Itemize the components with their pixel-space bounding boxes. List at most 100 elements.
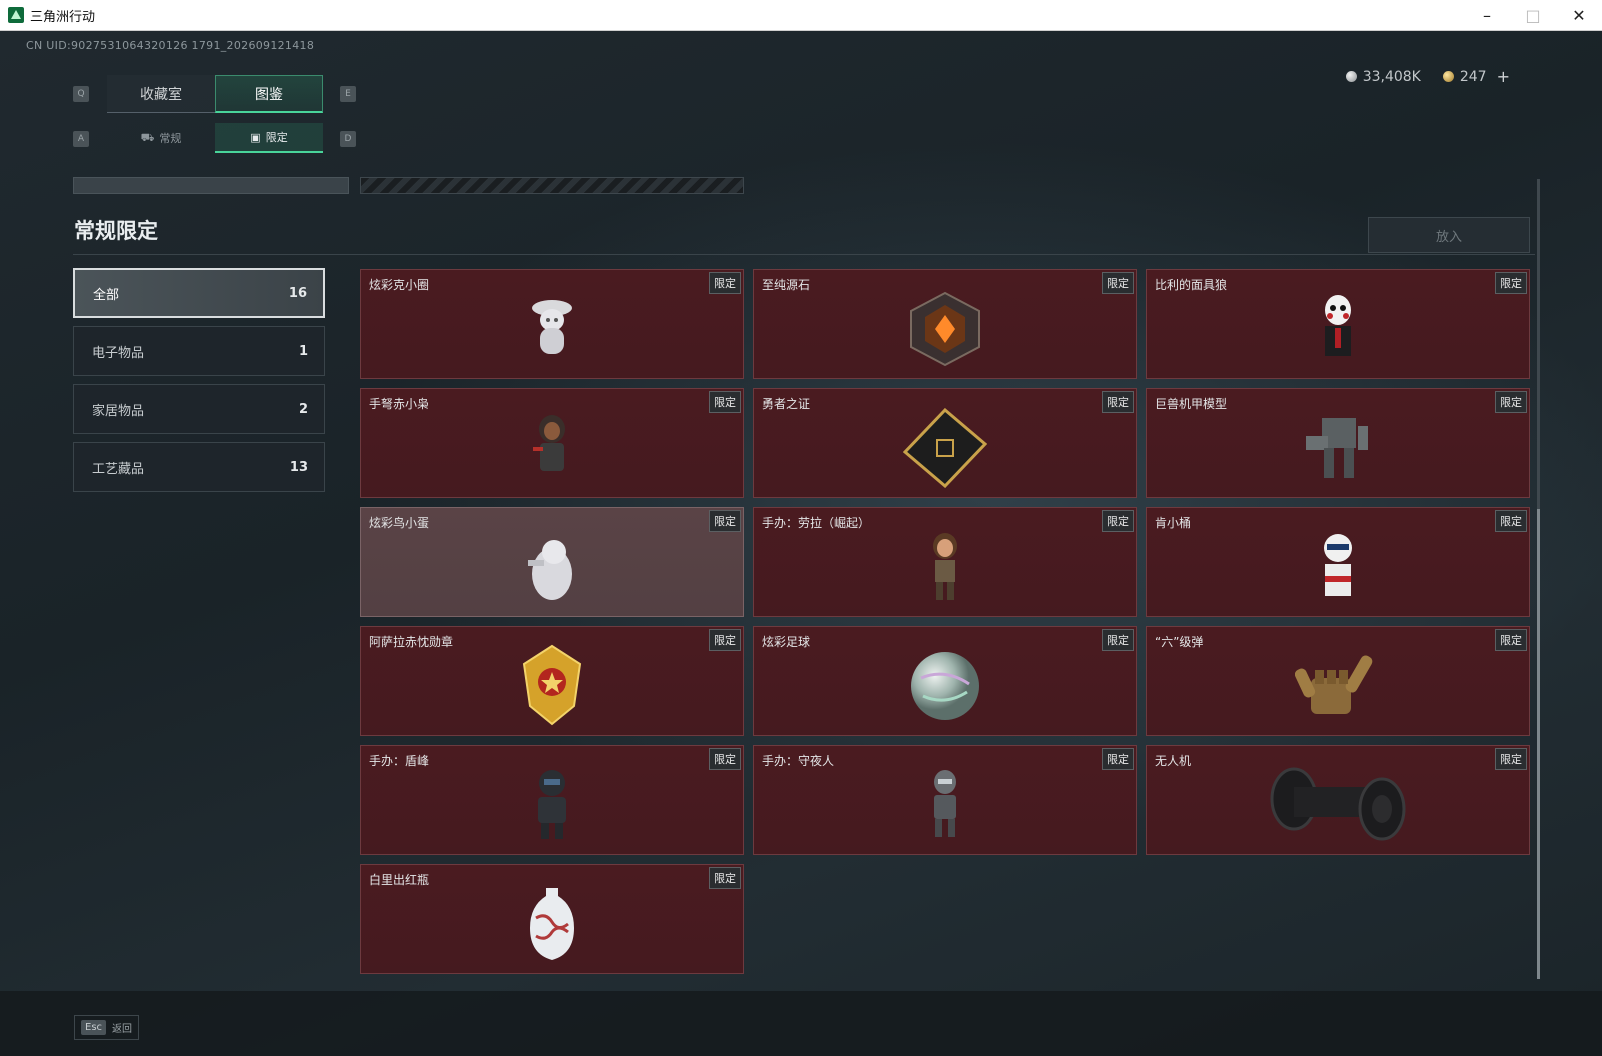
item-card[interactable]: 阿萨拉赤忱勋章 限定 xyxy=(360,626,744,736)
item-card[interactable]: 炫彩克小圈 限定 xyxy=(360,269,744,379)
uid-label: CN UID:9027531064320126 1791_20260912141… xyxy=(26,39,315,52)
category-label: 全部 xyxy=(93,287,120,303)
app-logo-icon xyxy=(8,7,24,23)
category-electronics[interactable]: 电子物品 1 xyxy=(73,326,325,376)
item-name: 阿萨拉赤忱勋章 xyxy=(369,635,454,649)
limited-badge: 限定 xyxy=(1495,629,1527,651)
limited-badge: 限定 xyxy=(709,867,741,889)
category-crafts[interactable]: 工艺藏品 13 xyxy=(73,442,325,492)
item-name: 勇者之证 xyxy=(762,397,811,411)
category-count: 2 xyxy=(298,401,308,417)
puppet-icon xyxy=(1325,295,1351,357)
hatched-bar xyxy=(360,177,744,194)
egg-icon xyxy=(528,540,572,601)
limited-badge: 限定 xyxy=(1495,391,1527,413)
figure-icon xyxy=(933,533,957,601)
game-viewport: CN UID:9027531064320126 1791_20260912141… xyxy=(0,31,1602,1056)
item-card[interactable]: 手弩赤小枭 限定 xyxy=(360,388,744,498)
silver-currency: 33,408K xyxy=(1345,68,1421,85)
robot-figure-icon xyxy=(934,770,956,838)
progress-bar xyxy=(73,177,349,194)
silver-amount: 33,408K xyxy=(1362,68,1421,85)
item-card[interactable]: 白里出红瓶 限定 xyxy=(360,864,744,974)
back-label: 返回 xyxy=(112,1024,133,1035)
category-list: 全部 16 电子物品 1 家居物品 2 工艺藏品 13 xyxy=(73,268,325,500)
category-label: 电子物品 xyxy=(92,345,145,361)
item-name: 至纯源石 xyxy=(762,278,811,292)
bottle-icon: ⛟ xyxy=(140,130,155,144)
put-in-button[interactable]: 放入 xyxy=(1368,217,1530,253)
sub-tabs: ⛟ 常规 ▣ 限定 xyxy=(107,123,323,153)
back-button[interactable]: Esc 返回 xyxy=(74,1015,140,1040)
limited-badge: 限定 xyxy=(709,391,741,413)
item-name: 肯小桶 xyxy=(1155,516,1192,530)
crystal-icon xyxy=(910,292,980,367)
gold-amount: 247 xyxy=(1459,68,1487,85)
silver-coin-icon xyxy=(1345,71,1357,82)
tab-catalog[interactable]: 图鉴 xyxy=(215,75,323,113)
item-card[interactable]: “六”级弹 限定 xyxy=(1146,626,1530,736)
item-card[interactable]: 巨兽机甲模型 限定 xyxy=(1146,388,1530,498)
category-count: 13 xyxy=(289,459,308,475)
item-card[interactable]: 勇者之证 限定 xyxy=(753,388,1137,498)
item-card[interactable]: 无人机 限定 xyxy=(1146,745,1530,855)
grid-scrollbar[interactable] xyxy=(1537,179,1540,979)
limited-badge: 限定 xyxy=(1102,272,1134,294)
category-label: 工艺藏品 xyxy=(92,461,145,477)
item-name: 手弩赤小枭 xyxy=(369,397,430,411)
limited-badge: 限定 xyxy=(709,272,741,294)
card-icon xyxy=(903,408,987,489)
minimize-button[interactable]: – xyxy=(1464,0,1510,31)
window-controls: – □ ✕ xyxy=(1464,0,1602,31)
maximize-button[interactable]: □ xyxy=(1510,0,1556,31)
limited-badge: 限定 xyxy=(1495,510,1527,532)
gold-coin-icon xyxy=(1442,71,1454,82)
limited-badge: 限定 xyxy=(709,748,741,770)
item-name: 炫彩鸟小蛋 xyxy=(369,516,430,530)
bottom-bar xyxy=(0,991,1602,1056)
item-card[interactable]: 炫彩鸟小蛋 限定 xyxy=(360,507,744,617)
hand-icon xyxy=(1295,655,1373,715)
soldier-figure-icon xyxy=(538,770,566,840)
roller-icon xyxy=(1270,767,1406,841)
limited-badge: 限定 xyxy=(1102,748,1134,770)
scroll-thumb[interactable] xyxy=(1537,509,1540,979)
subtab-regular-label: 常规 xyxy=(159,132,182,145)
item-card[interactable]: 手办：劳拉（崛起） 限定 xyxy=(753,507,1137,617)
tab-collection-room[interactable]: 收藏室 xyxy=(107,75,215,113)
item-card[interactable]: 肯小桶 限定 xyxy=(1146,507,1530,617)
section-title: 常规限定 xyxy=(74,219,158,243)
item-name: “六”级弹 xyxy=(1155,635,1204,649)
add-currency-button[interactable]: + xyxy=(1497,67,1510,86)
vase-icon xyxy=(530,888,574,961)
title-divider xyxy=(73,254,1535,255)
limited-badge: 限定 xyxy=(1495,748,1527,770)
subtab-regular[interactable]: ⛟ 常规 xyxy=(107,123,215,153)
limited-badge: 限定 xyxy=(709,510,741,532)
category-count: 16 xyxy=(288,285,307,301)
close-button[interactable]: ✕ xyxy=(1556,0,1602,31)
esc-key-icon: Esc xyxy=(81,1020,107,1035)
picture-icon: ▣ xyxy=(250,130,261,144)
item-card[interactable]: 手办：盾峰 限定 xyxy=(360,745,744,855)
window-title: 三角洲行动 xyxy=(30,9,96,25)
key-hint-a: A xyxy=(73,131,89,147)
category-all[interactable]: 全部 16 xyxy=(73,268,325,318)
item-name: 比利的面具狼 xyxy=(1155,278,1228,292)
currency-bar: 33,408K 247 + xyxy=(1345,67,1510,86)
figurine-icon xyxy=(532,300,572,355)
main-tabs: 收藏室 图鉴 xyxy=(107,75,323,113)
item-name: 白里出红瓶 xyxy=(369,873,430,887)
item-card[interactable]: 至纯源石 限定 xyxy=(753,269,1137,379)
limited-badge: 限定 xyxy=(709,629,741,651)
subtab-limited[interactable]: ▣ 限定 xyxy=(215,123,323,153)
item-name: 手办：盾峰 xyxy=(369,754,430,768)
item-card[interactable]: 手办：守夜人 限定 xyxy=(753,745,1137,855)
mech-icon xyxy=(1306,418,1368,479)
item-card[interactable]: 比利的面具狼 限定 xyxy=(1146,269,1530,379)
item-name: 手办：劳拉（崛起） xyxy=(762,516,871,530)
category-household[interactable]: 家居物品 2 xyxy=(73,384,325,434)
hooded-figure-icon xyxy=(533,415,565,472)
item-card[interactable]: 炫彩足球 限定 xyxy=(753,626,1137,736)
key-hint-q: Q xyxy=(73,86,89,102)
